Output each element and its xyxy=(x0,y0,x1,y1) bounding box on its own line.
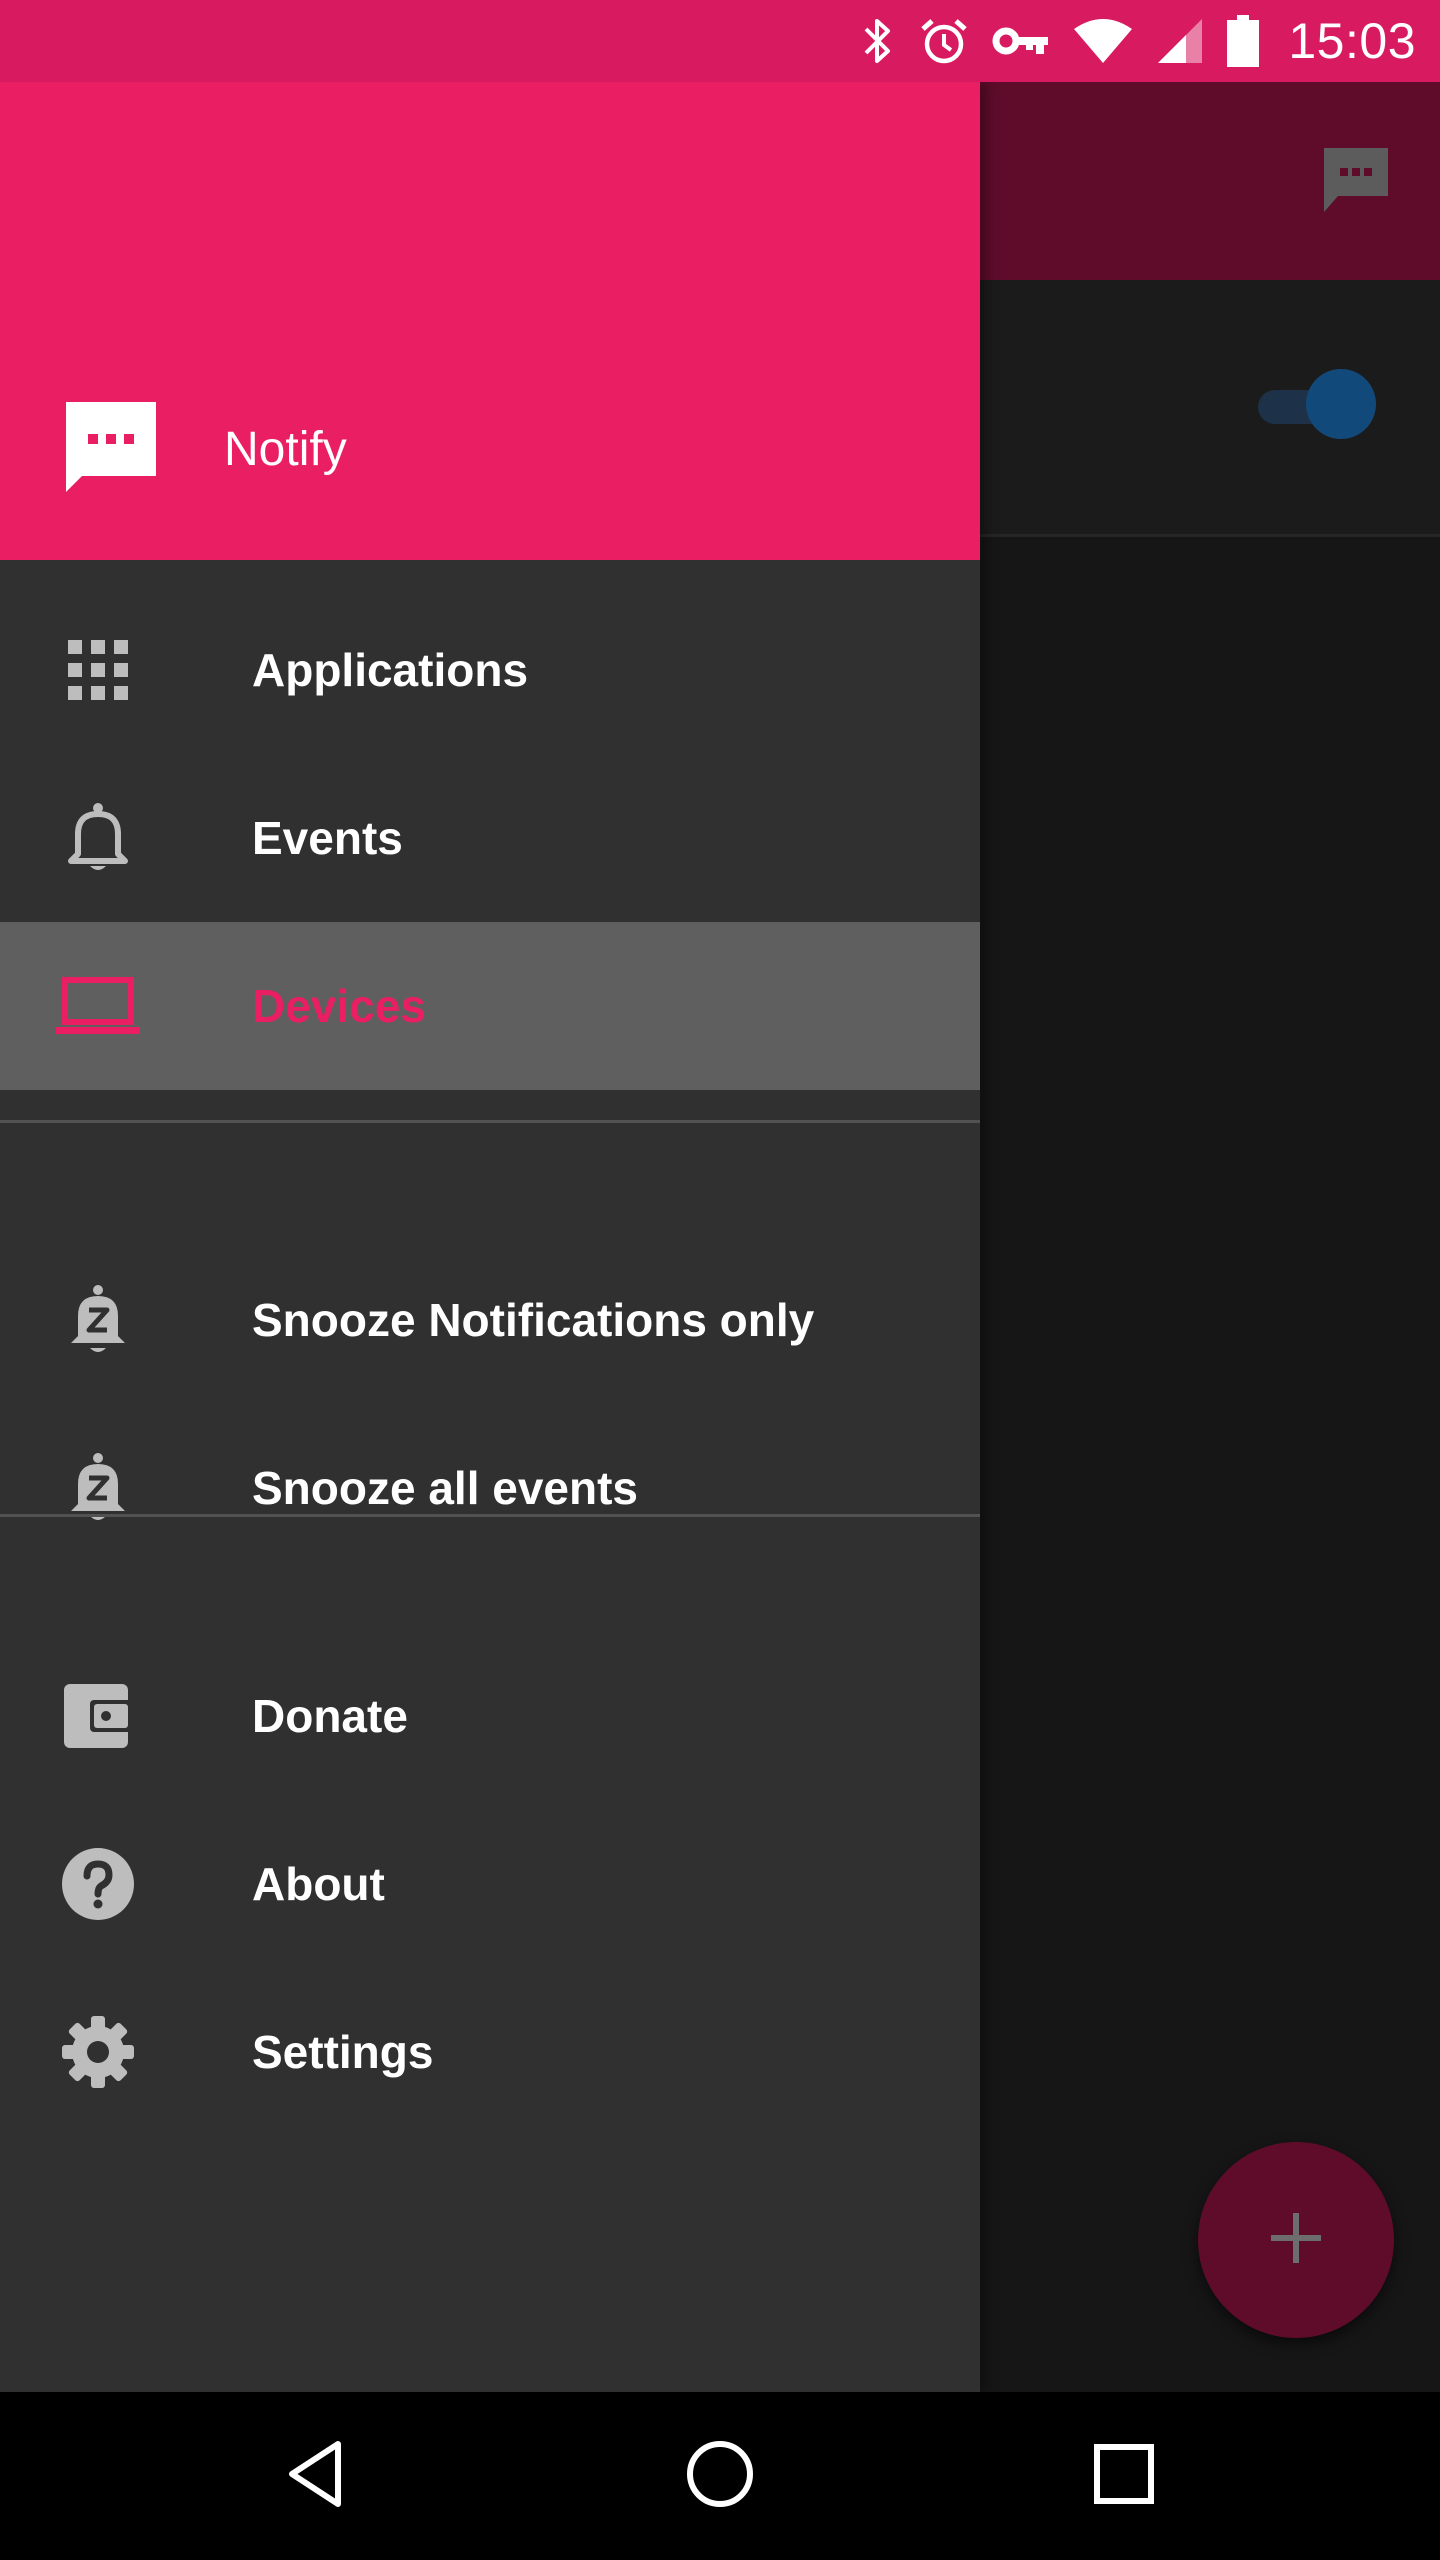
battery-icon xyxy=(1226,14,1260,68)
recents-icon xyxy=(1093,2443,1155,2510)
nav-label: About xyxy=(252,1858,385,1910)
alarm-icon xyxy=(918,15,970,67)
nav-item-donate[interactable]: Donate xyxy=(0,1632,980,1800)
add-fab-button xyxy=(1198,2142,1394,2338)
status-icons: 15:03 xyxy=(860,0,1416,82)
home-button[interactable] xyxy=(670,2426,770,2526)
nav-label: Snooze all events xyxy=(252,1462,639,1514)
background-toggle xyxy=(1258,368,1378,440)
snooze-bell-icon xyxy=(52,1280,144,1360)
screen: 15:03 Notify Applications Events Devices… xyxy=(0,0,1440,2560)
wifi-icon xyxy=(1072,17,1134,65)
recents-button[interactable] xyxy=(1074,2426,1174,2526)
status-bar: 15:03 xyxy=(0,0,1440,82)
section-divider xyxy=(0,1120,980,1123)
vpn-key-icon xyxy=(992,24,1050,58)
nav-item-applications[interactable]: Applications xyxy=(0,586,980,754)
system-navigation-bar xyxy=(0,2392,1440,2560)
back-icon xyxy=(284,2438,348,2515)
nav-item-events[interactable]: Events xyxy=(0,754,980,922)
nav-item-snooze-notifications-only[interactable]: Snooze Notifications only xyxy=(0,1236,980,1404)
apps-grid-icon xyxy=(52,630,144,710)
nav-label: Donate xyxy=(252,1690,408,1742)
bell-icon xyxy=(52,798,144,878)
nav-item-devices[interactable]: Devices xyxy=(0,922,980,1090)
toggle-thumb xyxy=(1306,369,1376,439)
status-time: 15:03 xyxy=(1288,13,1416,69)
plus-icon xyxy=(1268,2210,1324,2271)
nav-label: Snooze Notifications only xyxy=(252,1294,815,1346)
laptop-icon xyxy=(52,966,144,1046)
back-button[interactable] xyxy=(266,2426,366,2526)
navigation-drawer: Notify Applications Events Devices Snooz… xyxy=(0,82,980,2392)
nav-label: Events xyxy=(252,812,403,864)
home-icon xyxy=(685,2439,755,2514)
chat-bubble-icon xyxy=(1320,144,1392,221)
nav-item-settings[interactable]: Settings xyxy=(0,1968,980,2136)
cell-signal-icon xyxy=(1156,17,1204,65)
help-circle-icon xyxy=(52,1844,144,1924)
wallet-icon xyxy=(52,1676,144,1756)
nav-label: Settings xyxy=(252,2026,434,2078)
nav-label: Applications xyxy=(252,644,529,696)
bluetooth-icon xyxy=(860,15,896,67)
nav-label: Devices xyxy=(252,980,426,1032)
nav-item-snooze-all-events[interactable]: Snooze all events xyxy=(0,1404,980,1572)
nav-item-about[interactable]: About xyxy=(0,1800,980,1968)
section-divider xyxy=(0,1514,980,1517)
chat-bubble-icon xyxy=(62,398,160,496)
drawer-header: Notify xyxy=(0,82,980,560)
gear-icon xyxy=(52,2012,144,2092)
app-title: Notify xyxy=(224,423,347,476)
